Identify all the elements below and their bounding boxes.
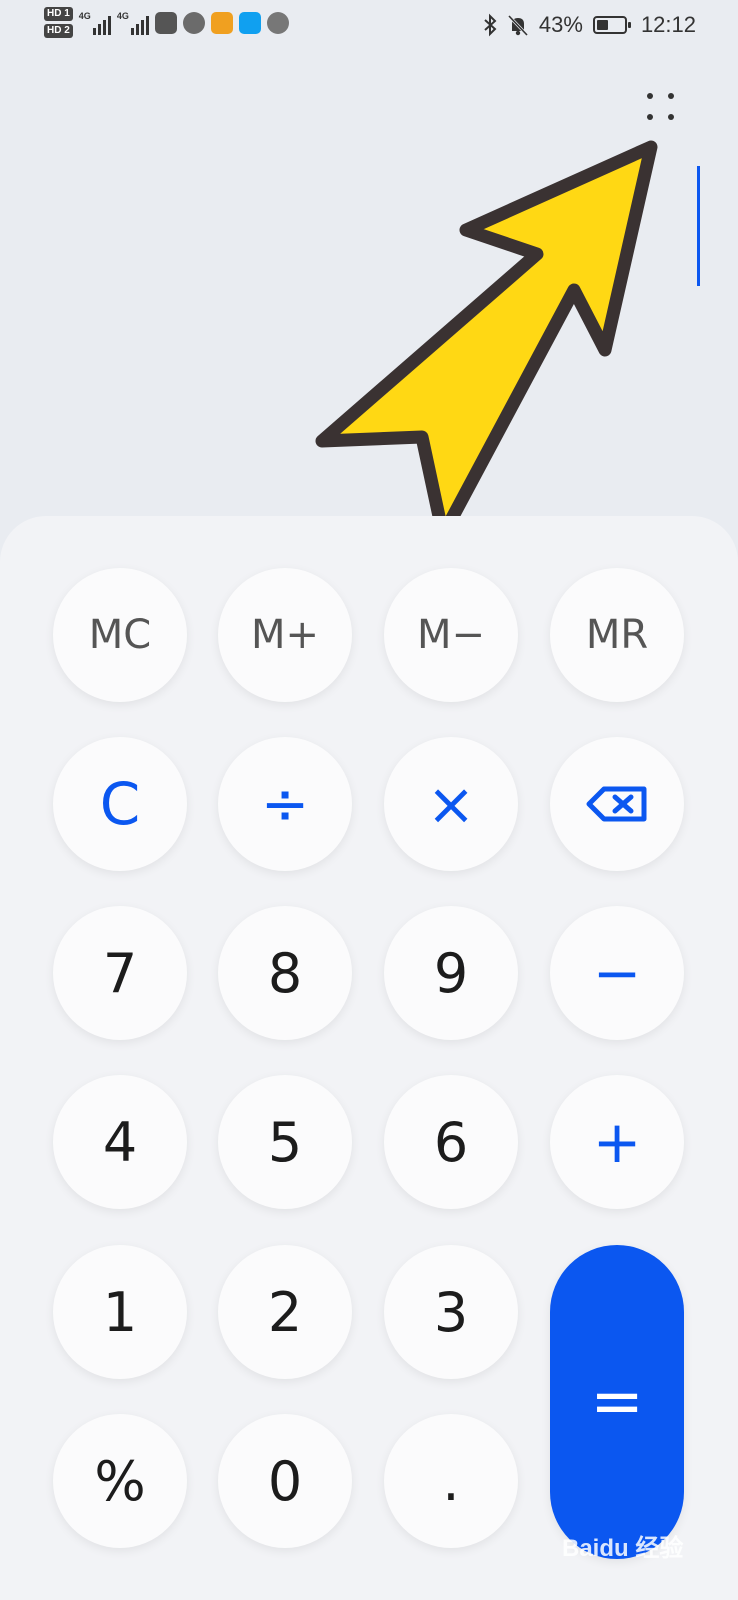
status-left: HD 1 HD 2 4G 4G (44, 7, 289, 38)
digit-6-button[interactable]: 6 (384, 1075, 518, 1209)
more-options-icon[interactable] (642, 88, 682, 128)
weibo-icon (210, 11, 233, 34)
status-right: 43% 12:12 (483, 12, 696, 38)
divide-button[interactable]: ÷ (218, 737, 352, 871)
backspace-icon (586, 786, 647, 822)
digit-1-button[interactable]: 1 (53, 1245, 187, 1379)
digit-5-button[interactable]: 5 (218, 1075, 352, 1209)
status-bar: HD 1 HD 2 4G 4G 43% 12:12 (0, 0, 738, 52)
minus-button[interactable]: − (550, 906, 684, 1040)
text-cursor (697, 166, 700, 286)
decimal-point-button[interactable]: . (384, 1414, 518, 1548)
sim1-badge: HD 1 (44, 7, 73, 21)
browser-icon (266, 11, 289, 34)
signal-2-icon: 4G (117, 11, 149, 35)
keypad: MC M+ M− MR C ÷ × 7 8 9 − 4 5 6 + 1 2 3 … (0, 516, 738, 1600)
digit-9-button[interactable]: 9 (384, 906, 518, 1040)
digit-8-button[interactable]: 8 (218, 906, 352, 1040)
percent-button[interactable]: % (53, 1414, 187, 1548)
clear-button[interactable]: C (53, 737, 187, 871)
digit-0-button[interactable]: 0 (218, 1414, 352, 1548)
wechat-icon (182, 11, 205, 34)
digit-2-button[interactable]: 2 (218, 1245, 352, 1379)
memory-clear-button[interactable]: MC (53, 568, 187, 702)
bell-muted-icon (507, 14, 528, 37)
battery-fill (596, 20, 608, 30)
network-type-1: 4G (78, 10, 91, 21)
battery-percent: 43% (538, 12, 583, 37)
plus-button[interactable]: + (550, 1075, 684, 1209)
baidu-watermark: Baidu 经验 (562, 1535, 684, 1562)
backspace-button[interactable] (550, 737, 684, 871)
sim2-badge: HD 2 (44, 24, 73, 38)
digit-7-button[interactable]: 7 (53, 906, 187, 1040)
memory-add-button[interactable]: M+ (218, 568, 352, 702)
store-app-icon (154, 11, 177, 34)
digit-3-button[interactable]: 3 (384, 1245, 518, 1379)
network-type-2: 4G (116, 10, 129, 21)
search-app-icon (238, 11, 261, 34)
annotation-arrow-icon (315, 140, 658, 542)
bluetooth-icon (484, 13, 497, 37)
signal-1-icon: 4G (79, 11, 111, 35)
memory-recall-button[interactable]: MR (550, 568, 684, 702)
memory-subtract-button[interactable]: M− (384, 568, 518, 702)
multiply-button[interactable]: × (384, 737, 518, 871)
equals-button[interactable]: = (550, 1245, 684, 1559)
digit-4-button[interactable]: 4 (53, 1075, 187, 1209)
sim-indicators: HD 1 HD 2 (44, 7, 73, 38)
battery-charging-icon (592, 16, 631, 34)
clock: 12:12 (640, 12, 696, 37)
